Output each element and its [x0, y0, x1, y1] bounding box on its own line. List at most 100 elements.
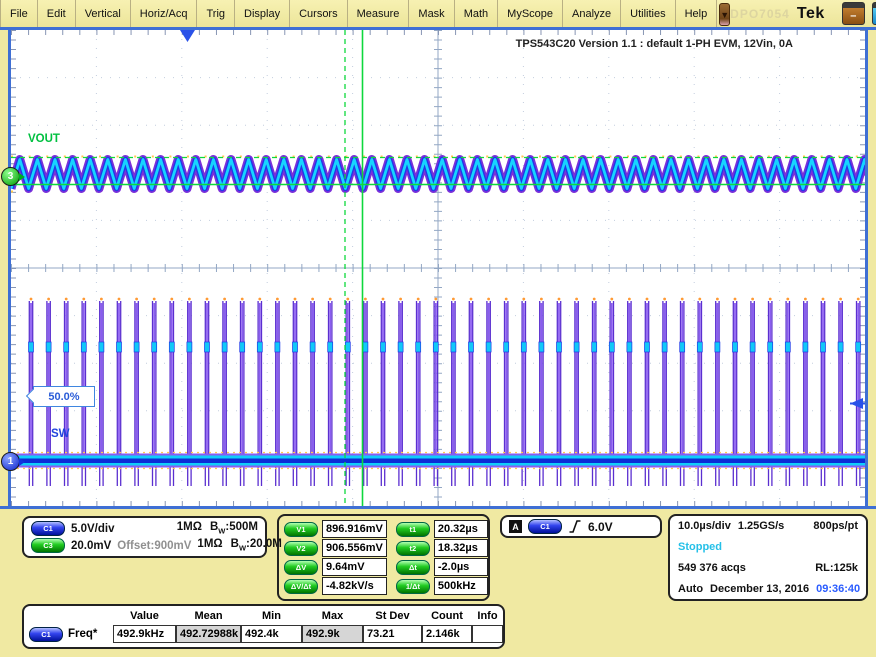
sw-high-level-cap — [662, 342, 667, 352]
menu-item-horizacq[interactable]: Horiz/Acq — [131, 0, 198, 27]
sw-high-level-cap — [680, 342, 685, 352]
menu-item-help[interactable]: Help — [676, 0, 718, 27]
meas-header-mean: Mean — [176, 608, 241, 625]
sw-overshoot-dot — [47, 298, 50, 301]
sw-high-level-cap — [381, 342, 386, 352]
sw-waveform-label: SW — [51, 428, 70, 440]
cursor-value-v-2: 9.64mV — [322, 558, 387, 576]
sw-high-level-cap — [803, 342, 808, 352]
sw-overshoot-dot — [241, 298, 244, 301]
cursor-value-v-1: 906.556mV — [322, 539, 387, 557]
sw-overshoot-dot — [153, 298, 156, 301]
oscilloscope-window: FileEditVerticalHoriz/AcqTrigDisplayCurs… — [0, 0, 876, 657]
sw-high-level-cap — [99, 342, 104, 352]
sw-high-level-cap — [64, 342, 69, 352]
cursor-pill-0: V1 — [284, 522, 318, 537]
sw-high-level-cap — [750, 342, 755, 352]
sw-overshoot-dot — [382, 298, 385, 301]
sw-overshoot-dot — [294, 298, 297, 301]
channel3-pill: C3 — [31, 538, 65, 553]
menu-item-edit[interactable]: Edit — [38, 0, 76, 27]
sw-high-level-cap — [187, 342, 192, 352]
trigger-readout-box[interactable]: A C1 6.0V — [500, 515, 662, 538]
sw-high-level-cap — [398, 342, 403, 352]
menu-item-display[interactable]: Display — [235, 0, 290, 27]
sw-high-level-cap — [29, 342, 34, 352]
sw-overshoot-dot — [399, 298, 402, 301]
channel3-offset: Offset:900mV — [117, 540, 191, 552]
chevron-down-icon: ▼ — [720, 10, 729, 20]
cursor-voltage-column: V1896.916mVV2906.556mVΔV9.64mVΔV/Δt-4.82… — [284, 520, 387, 595]
sw-overshoot-dot — [452, 298, 455, 301]
sw-high-level-cap — [310, 342, 315, 352]
duty-cycle-tag[interactable]: 50.0% — [33, 386, 95, 407]
menu-item-cursors[interactable]: Cursors — [290, 0, 348, 27]
menu-item-mask[interactable]: Mask — [409, 0, 454, 27]
channel3-readout-row[interactable]: C3 20.0mV Offset:900mV 1MΩ BW:20.0M — [31, 538, 258, 553]
meas-header-value: Value — [113, 608, 176, 625]
sw-overshoot-dot — [769, 298, 772, 301]
sw-overshoot-dot — [329, 298, 332, 301]
menu-item-myscope[interactable]: MyScope — [498, 0, 563, 27]
menu-item-vertical[interactable]: Vertical — [76, 0, 131, 27]
cursor-time-column: t120.32µst218.32µsΔt-2.0µs1/Δt500kHz — [396, 520, 488, 595]
sw-high-level-cap — [152, 342, 157, 352]
meas-cell-1: 492.72988k — [176, 625, 241, 643]
trigger-position-marker[interactable] — [180, 30, 195, 42]
record-length: RL:125k — [815, 562, 858, 574]
menu-bar: FileEditVerticalHoriz/AcqTrigDisplayCurs… — [0, 0, 876, 27]
sw-overshoot-dot — [610, 298, 613, 301]
sw-overshoot-dot — [857, 298, 860, 301]
sw-high-level-cap — [363, 342, 368, 352]
cursor-readout-box: V1896.916mVV2906.556mVΔV9.64mVΔV/Δt-4.82… — [277, 514, 490, 601]
menu-overflow-button[interactable]: ▼ — [719, 3, 730, 26]
measurement-grid: ValueMeanMinMaxSt DevCountInfoC1Freq*492… — [29, 608, 498, 643]
sw-overshoot-dot — [434, 298, 437, 301]
sw-high-level-cap — [81, 342, 86, 352]
timebase-row: 10.0µs/div 1.25GS/s 800ps/pt — [678, 520, 858, 532]
sw-high-level-cap — [715, 342, 720, 352]
menu-item-math[interactable]: Math — [455, 0, 498, 27]
minimize-button[interactable]: – — [842, 2, 865, 25]
sw-overshoot-dot — [65, 298, 68, 301]
sw-overshoot-dot — [558, 298, 561, 301]
sw-overshoot-dot — [258, 298, 261, 301]
sw-high-level-cap — [451, 342, 456, 352]
sw-high-level-cap — [574, 342, 579, 352]
meas-cell-6 — [472, 625, 503, 643]
menu-item-measure[interactable]: Measure — [348, 0, 410, 27]
channel3-position-marker[interactable]: 3 — [1, 167, 20, 186]
cursor-row-v-0: V1896.916mV — [284, 520, 387, 538]
close-button[interactable]: X — [872, 2, 876, 25]
channel1-position-marker[interactable]: 1 — [1, 452, 20, 471]
menu-item-analyze[interactable]: Analyze — [563, 0, 621, 27]
cursor-value-t-3: 500kHz — [434, 577, 488, 595]
sw-high-level-cap — [257, 342, 262, 352]
sw-high-level-cap — [557, 342, 562, 352]
sw-high-level-cap — [205, 342, 210, 352]
sw-overshoot-dot — [822, 298, 825, 301]
model-label: DPO7054 — [730, 7, 790, 21]
sw-overshoot-dot — [135, 298, 138, 301]
meas-cell-3: 492.9k — [302, 625, 363, 643]
menu-item-utilities[interactable]: Utilities — [621, 0, 675, 27]
cursor-value-t-2: -2.0µs — [434, 558, 488, 576]
meas-cell-4: 73.21 — [363, 625, 422, 643]
meas-source-pill: C1 — [29, 627, 63, 642]
cursor-pill-2: ΔV — [284, 560, 318, 575]
trigger-source-pill: C1 — [528, 519, 562, 534]
sw-overshoot-dot — [575, 298, 578, 301]
channel1-readout-row[interactable]: C1 5.0V/div 1MΩ BW:500M — [31, 521, 258, 536]
acquisition-readout-box: 10.0µs/div 1.25GS/s 800ps/pt Stopped 549… — [668, 514, 868, 601]
cursor-value-t-0: 20.32µs — [434, 520, 488, 538]
sw-overshoot-dot — [839, 298, 842, 301]
waveform-display[interactable]: TPS543C20 Version 1.1 : default 1-PH EVM… — [8, 27, 868, 509]
meas-cell-2: 492.4k — [241, 625, 302, 643]
sw-overshoot-dot — [118, 298, 121, 301]
acq-status: Stopped — [678, 541, 722, 553]
sw-high-level-cap — [539, 342, 544, 352]
sw-overshoot-dot — [646, 298, 649, 301]
menu-item-trig[interactable]: Trig — [197, 0, 235, 27]
sw-high-level-cap — [293, 342, 298, 352]
menu-item-file[interactable]: File — [0, 0, 38, 27]
